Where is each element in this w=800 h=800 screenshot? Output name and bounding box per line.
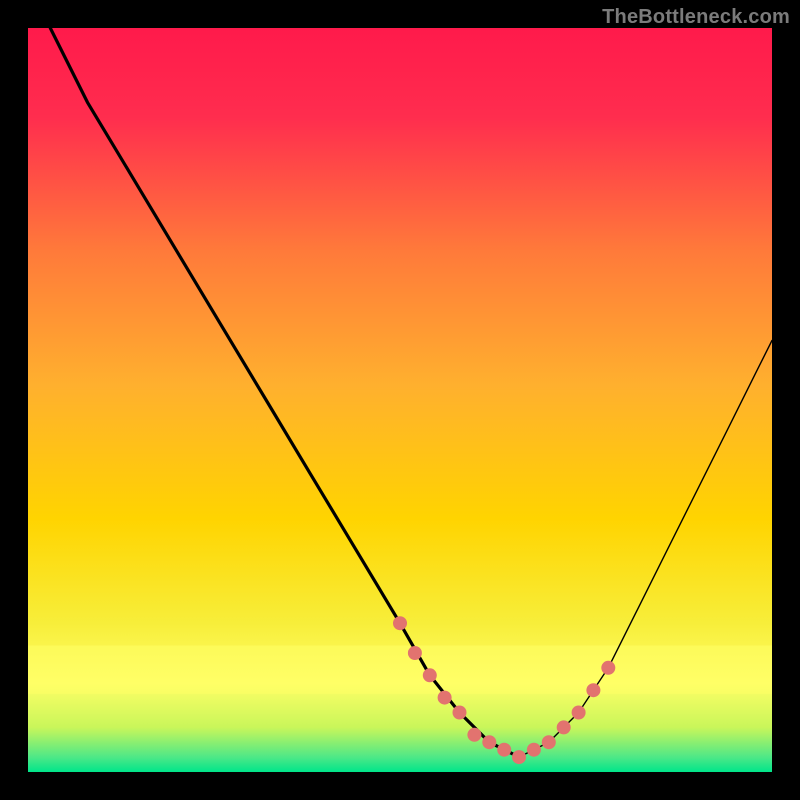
bottleneck-chart (28, 28, 772, 772)
marker-dot (512, 750, 526, 764)
marker-dot (572, 706, 586, 720)
marker-dot (408, 646, 422, 660)
marker-dot (467, 728, 481, 742)
marker-dot (586, 683, 600, 697)
plot-area (28, 28, 772, 772)
watermark-text: TheBottleneck.com (602, 6, 790, 29)
marker-dot (438, 691, 452, 705)
marker-dot (557, 720, 571, 734)
marker-dot (497, 743, 511, 757)
marker-dot (453, 706, 467, 720)
marker-dot (527, 743, 541, 757)
outer-frame: TheBottleneck.com (0, 0, 800, 800)
marker-dot (601, 661, 615, 675)
marker-dot (393, 616, 407, 630)
marker-dot (423, 668, 437, 682)
highlight-band (28, 646, 772, 694)
marker-dot (482, 735, 496, 749)
marker-dot (542, 735, 556, 749)
